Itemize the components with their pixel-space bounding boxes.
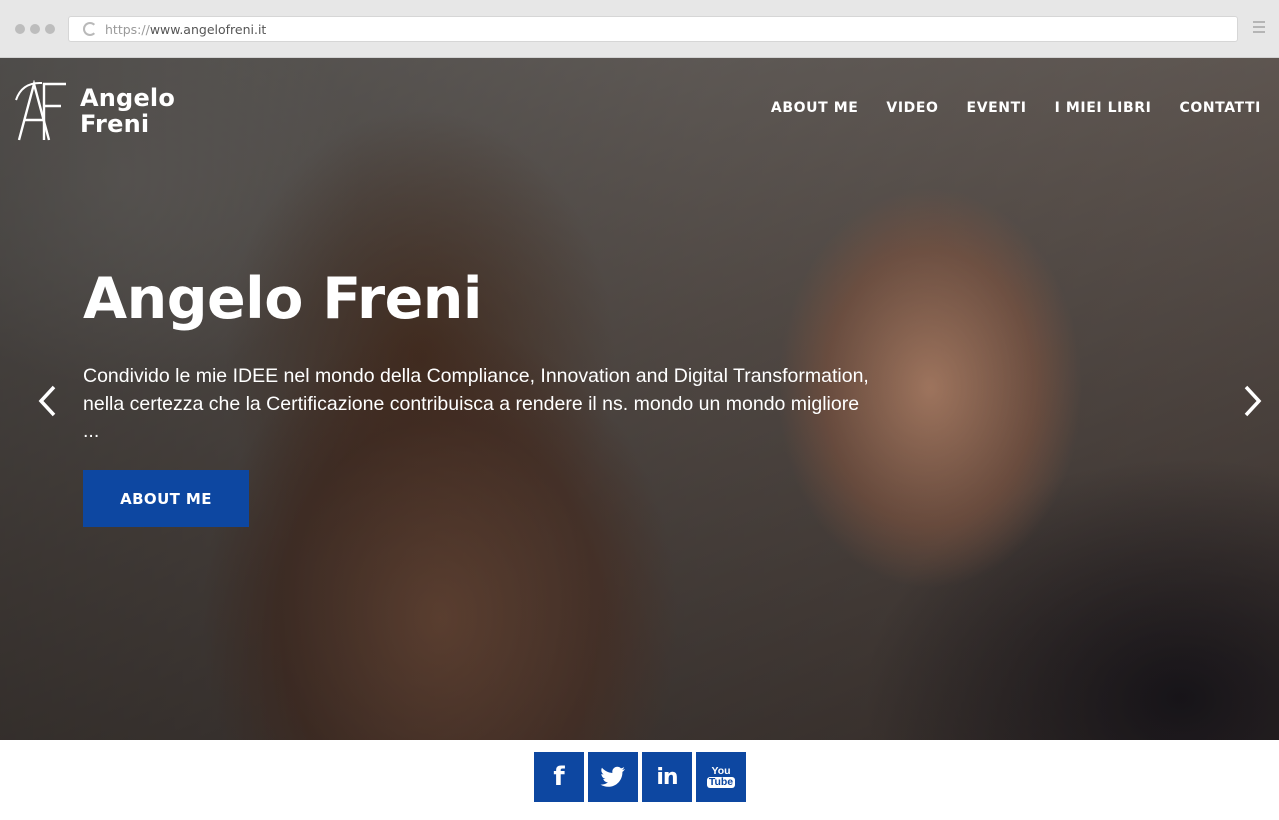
url-text[interactable]: https://www.angelofreni.it <box>105 22 266 37</box>
url-host: www.angelofreni.it <box>149 22 267 37</box>
facebook-button[interactable]: f <box>534 752 584 802</box>
window-dot-close[interactable] <box>15 24 25 34</box>
nav-about-me[interactable]: ABOUT ME <box>771 100 859 116</box>
chevron-right-icon[interactable] <box>1238 384 1266 418</box>
linkedin-button[interactable]: in <box>642 752 692 802</box>
twitter-icon <box>600 766 625 787</box>
youtube-label-bottom: Tube <box>706 776 736 788</box>
hero-description-line: ... <box>83 420 100 442</box>
youtube-button[interactable]: You Tube <box>696 752 746 802</box>
window-controls <box>15 24 55 34</box>
chevron-left-icon[interactable] <box>34 384 62 418</box>
facebook-icon: f <box>553 762 565 792</box>
hero-description-line: nella certezza che la Certificazione con… <box>83 392 860 415</box>
about-me-button[interactable]: ABOUT ME <box>83 470 249 527</box>
window-dot-minimize[interactable] <box>30 24 40 34</box>
nav-i-miei-libri[interactable]: I MIEI LIBRI <box>1055 100 1152 116</box>
browser-menu-icon[interactable] <box>1253 21 1265 36</box>
twitter-button[interactable] <box>588 752 638 802</box>
hero-slider: Angelo Freni ABOUT ME VIDEO EVENTI I MIE… <box>0 58 1279 740</box>
social-links: f in You Tube <box>534 752 746 802</box>
nav-video[interactable]: VIDEO <box>886 100 938 116</box>
logo-text: Angelo Freni <box>80 85 175 137</box>
hero-description-line: Condivido le mie IDEE nel mondo della Co… <box>83 365 869 387</box>
linkedin-icon: in <box>656 764 678 790</box>
reload-icon[interactable] <box>83 22 97 36</box>
logo-line-first: Angelo <box>80 84 176 112</box>
hero-description: Condivido le mie IDEE nel mondo della Co… <box>83 363 883 446</box>
logo-line-last: Freni <box>80 110 150 138</box>
url-protocol: https:// <box>105 22 150 37</box>
address-bar[interactable]: https://www.angelofreni.it <box>68 16 1238 42</box>
window-dot-maximize[interactable] <box>45 24 55 34</box>
hero-title: Angelo Freni <box>83 266 482 332</box>
nav-eventi[interactable]: EVENTI <box>967 100 1027 116</box>
main-nav: ABOUT ME VIDEO EVENTI I MIEI LIBRI CONTA… <box>771 100 1261 116</box>
youtube-icon: You Tube <box>706 766 736 788</box>
af-monogram-icon <box>15 80 66 141</box>
nav-contatti[interactable]: CONTATTI <box>1179 100 1261 116</box>
site-logo[interactable]: Angelo Freni <box>14 80 175 142</box>
browser-chrome: https://www.angelofreni.it <box>0 0 1279 58</box>
